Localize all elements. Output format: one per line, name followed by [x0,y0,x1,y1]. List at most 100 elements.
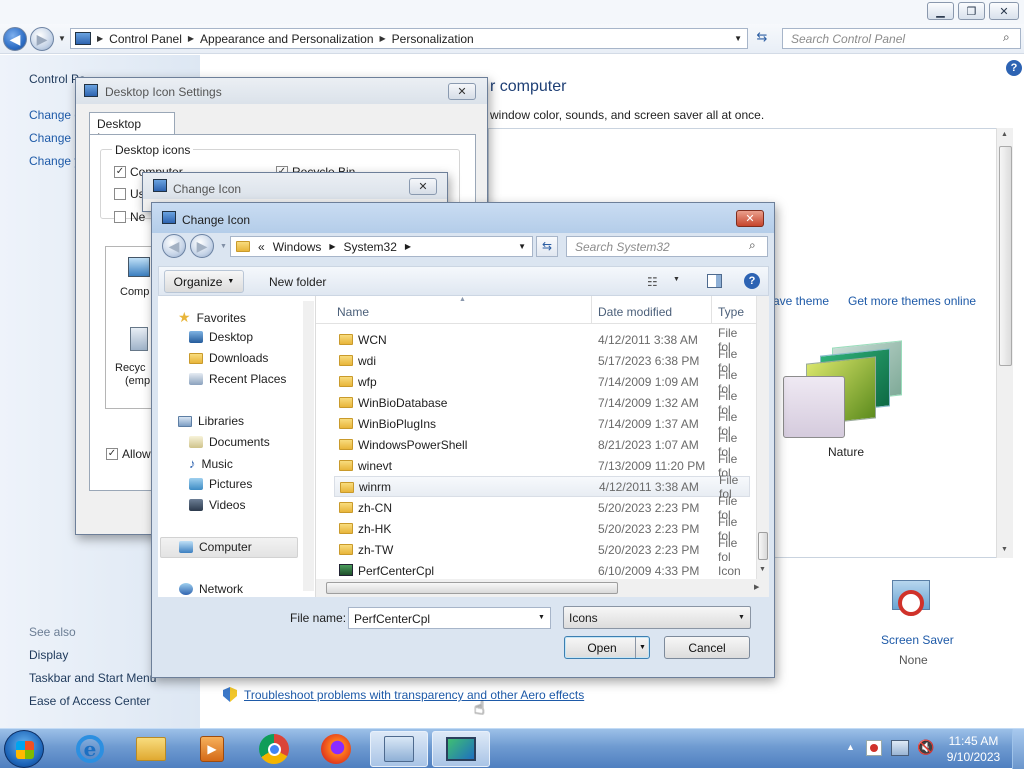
column-type[interactable]: Type [718,305,744,319]
table-row[interactable]: WCN 4/12/2011 3:38 AM File fol [334,326,750,354]
chevron-down-icon[interactable]: ▼ [734,34,742,43]
table-row[interactable]: wfp 7/14/2009 1:09 AM File fol [334,368,750,396]
column-name[interactable]: Name [337,305,369,319]
scroll-right-icon[interactable]: ▶ [754,583,759,591]
chevron-down-icon[interactable]: ▼ [738,614,745,621]
help-icon[interactable]: ? [744,273,760,289]
ease-of-access-link[interactable]: Ease of Access Center [29,694,150,708]
file-dialog-address-bar[interactable]: « Windows ▶ System32 ▶ ▼ [230,236,533,257]
nav-downloads[interactable]: Downloads [189,351,268,365]
table-row[interactable]: WinBioPlugIns 7/14/2009 1:37 AM File fol [334,410,750,438]
nature-theme-tile[interactable] [782,340,912,442]
themes-scrollbar[interactable]: ▲ ▼ [996,128,1013,558]
cancel-button[interactable]: Cancel [664,636,750,659]
maximize-button[interactable]: ❐ [958,2,985,20]
address-bar[interactable]: ▶ Control Panel ▶ Appearance and Persona… [70,28,748,49]
table-row[interactable]: winrm 4/12/2011 3:38 AM File fol [334,473,750,501]
system32-search-input[interactable]: Search System32 [566,236,768,257]
dialog-close-button[interactable]: ✕ [736,210,764,227]
scroll-down-icon[interactable]: ▼ [759,566,766,573]
nav-network[interactable]: Network [179,582,243,596]
file-list-h-scrollbar[interactable]: ▶ [316,579,769,597]
breadcrumb-system32[interactable]: System32 [344,240,397,254]
recycle-bin-icon[interactable] [130,327,148,351]
nav-recent-places[interactable]: Recent Places [189,372,286,386]
file-list-scrollbar[interactable]: ▼ [756,296,769,579]
nav-documents[interactable]: Documents [189,435,270,449]
troubleshoot-link[interactable]: Troubleshoot problems with transparency … [244,688,584,702]
nav-videos[interactable]: Videos [189,498,245,512]
nav-pane-scrollbar[interactable] [303,301,314,591]
view-icon[interactable]: ☷ [647,275,658,289]
table-row[interactable]: WindowsPowerShell 8/21/2023 1:07 AM File f… [334,431,750,459]
h-scrollbar-thumb[interactable] [326,582,618,594]
organize-button[interactable]: Organize ▼ [164,270,244,293]
chevron-down-icon[interactable]: ▼ [538,614,545,621]
computer-checkbox[interactable]: ✓ [114,166,126,178]
taskbar-firefox[interactable] [309,731,363,767]
preview-pane-icon[interactable] [707,274,722,288]
table-row[interactable]: PerfCenterCpl 6/10/2009 4:33 PM Icon [334,560,750,581]
recent-pages-button[interactable]: ▼ [58,34,66,43]
display-link[interactable]: Display [29,648,68,662]
dialog-close-button[interactable]: ✕ [409,178,437,195]
table-row[interactable]: zh-CN 5/20/2023 2:23 PM File fol [334,494,750,522]
nav-music[interactable]: ♪ Music [189,456,233,471]
taskbar-control-panel[interactable] [370,731,428,767]
table-row[interactable]: zh-TW 5/20/2023 2:23 PM File fol [334,536,750,564]
volume-muted-icon[interactable]: 🔇 [917,739,934,756]
search-input[interactable]: Search Control Panel [782,28,1021,49]
network-checkbox[interactable] [114,211,126,223]
save-theme-link[interactable]: ave theme [773,294,829,308]
column-divider[interactable] [591,296,592,324]
clock-time[interactable]: 11:45 AM [941,734,1006,748]
nav-computer[interactable]: Computer [179,540,252,554]
breadcrumb-personalization[interactable]: Personalization [386,32,480,46]
get-more-themes-link[interactable]: Get more themes online [848,294,976,308]
taskbar-personalization[interactable] [432,731,490,767]
breadcrumb-appearance[interactable]: Appearance and Personalization [194,32,379,46]
table-row[interactable]: wdi 5/17/2023 6:38 PM File fol [334,347,750,375]
refresh-icon[interactable]: ⇆ [536,236,558,257]
recent-locations-icon[interactable]: ▼ [220,243,227,250]
column-divider[interactable] [711,296,712,324]
show-desktop-button[interactable] [1012,729,1024,769]
breadcrumb-windows[interactable]: Windows [273,240,322,254]
action-center-icon[interactable] [866,740,882,756]
screen-saver-link[interactable]: Screen Saver [881,633,954,647]
chevron-down-icon[interactable]: ▼ [673,276,680,283]
table-row[interactable]: zh-HK 5/20/2023 2:23 PM File fol [334,515,750,543]
tab-desktop-icons[interactable]: Desktop Icons [89,112,175,145]
column-date-modified[interactable]: Date modified [598,305,672,319]
start-button[interactable] [4,730,44,768]
clock-date[interactable]: 9/10/2023 [941,750,1006,764]
chevron-down-icon[interactable]: ▼ [518,242,526,251]
dialog-close-button[interactable]: ✕ [448,83,476,100]
nav-desktop[interactable]: Desktop [189,330,253,344]
nav-favorites[interactable]: ★ Favorites [178,309,246,326]
table-row[interactable]: winevt 7/13/2009 11:20 PM File fol [334,452,750,480]
minimize-button[interactable]: ▁ [927,2,954,20]
user-files-checkbox[interactable] [114,188,126,200]
file-type-select[interactable]: Icons [563,606,751,629]
scrollbar-thumb[interactable] [999,146,1012,366]
left-link-3[interactable]: Change y [29,154,80,168]
open-dropdown-icon[interactable]: ▼ [635,637,649,658]
forward-button[interactable]: ▶ [30,27,54,51]
search-icon[interactable]: ⌕ [749,238,756,253]
show-hidden-icons-button[interactable]: ▲ [846,742,855,752]
taskbar-link[interactable]: Taskbar and Start Menu [29,671,156,685]
refresh-icon[interactable]: ⇆ [752,29,772,48]
close-button[interactable]: ✕ [989,2,1019,20]
open-button[interactable]: Open ▼ [564,636,650,659]
forward-button[interactable]: ▶ [190,234,214,258]
scroll-up-icon[interactable]: ▲ [1001,131,1008,138]
back-button[interactable]: ◀ [3,27,27,51]
search-icon[interactable]: ⌕ [1003,30,1010,45]
back-button[interactable]: ◀ [162,234,186,258]
taskbar-internet-explorer[interactable]: e [63,731,117,767]
network-status-icon[interactable] [891,740,909,756]
overflow-chevron-icon[interactable]: « [258,240,265,254]
left-link-1[interactable]: Change d [29,108,81,122]
taskbar-media-player[interactable]: ▶ [185,731,239,767]
